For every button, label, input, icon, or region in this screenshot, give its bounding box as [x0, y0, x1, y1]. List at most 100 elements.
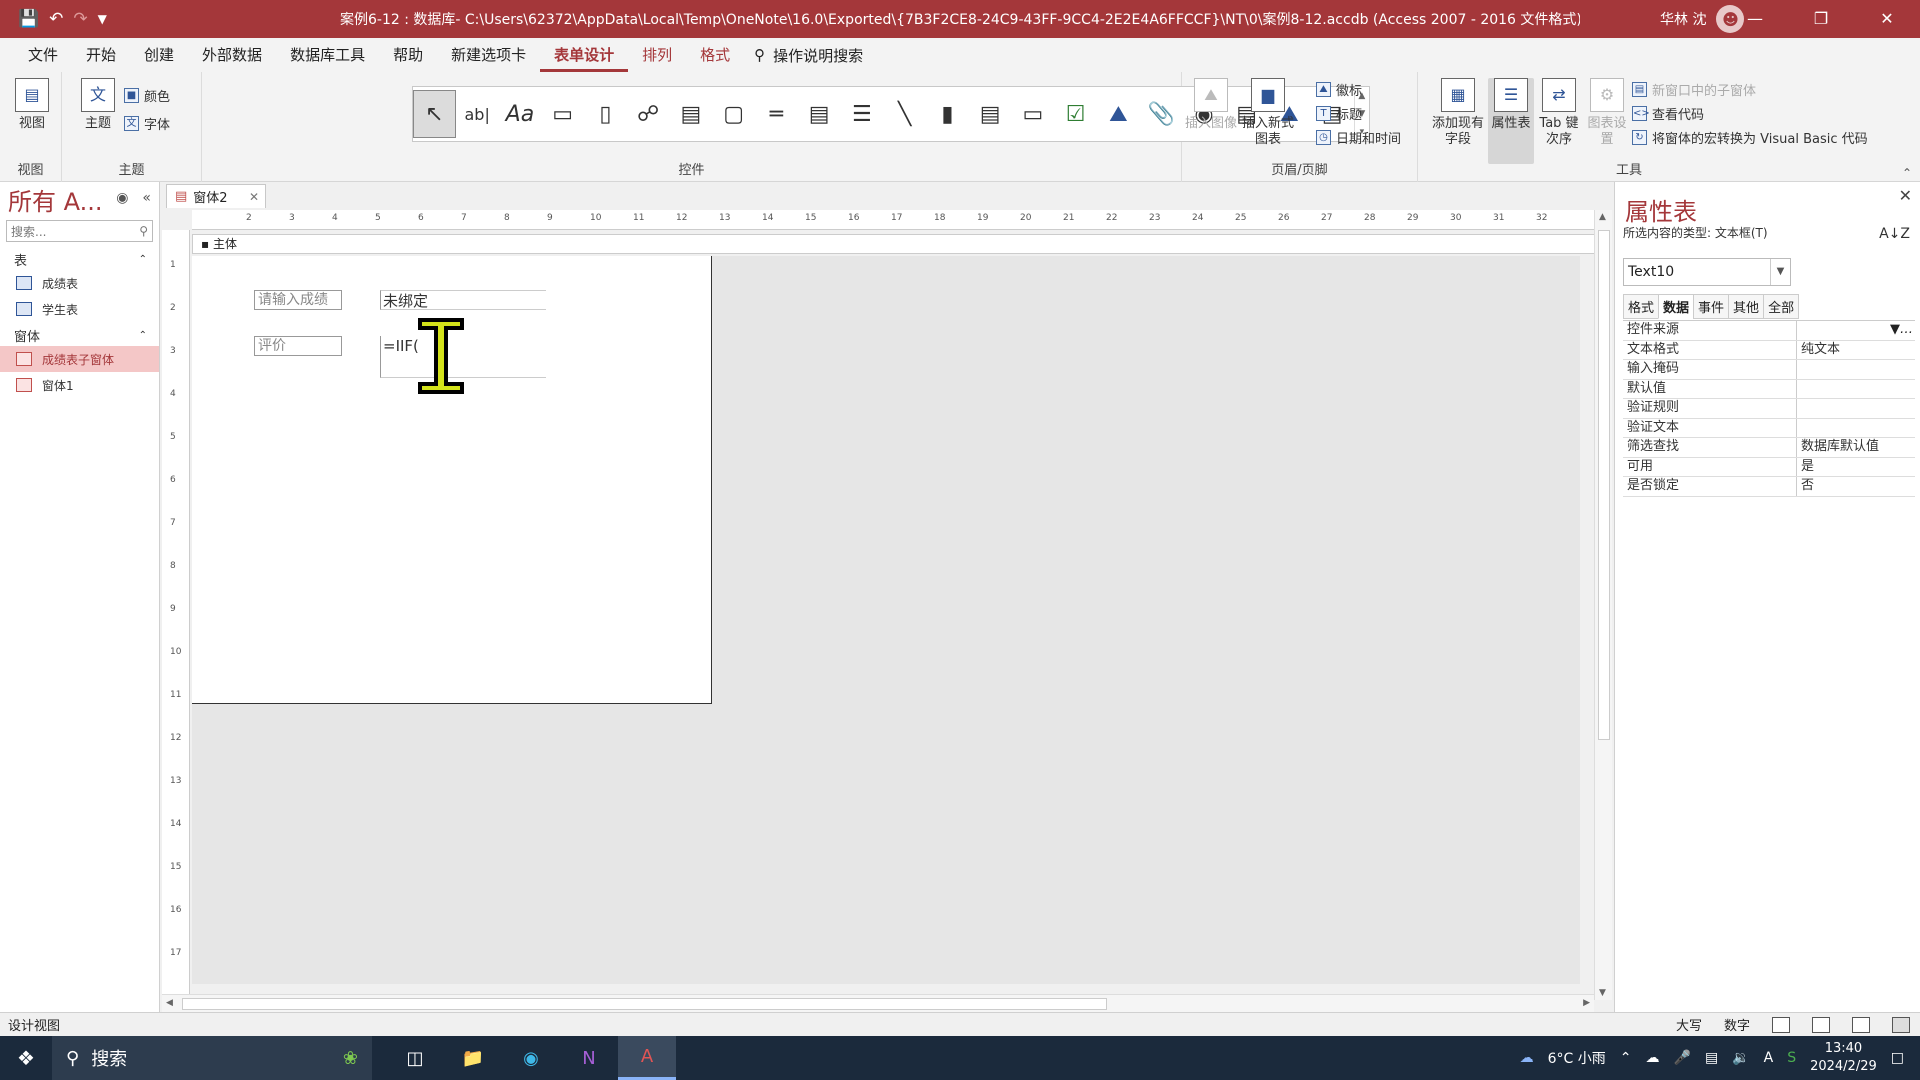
hyperlink-control-icon[interactable]: ☍: [627, 90, 670, 138]
textbox-control[interactable]: 未绑定: [380, 290, 546, 310]
tab-other[interactable]: 其他: [1728, 294, 1765, 319]
microphone-icon[interactable]: 🎤: [1674, 1050, 1691, 1066]
builder-icon[interactable]: …: [1900, 322, 1913, 337]
onenote-icon[interactable]: N: [560, 1036, 618, 1080]
scroll-left-icon[interactable]: ◀: [166, 998, 173, 1008]
edge-icon[interactable]: ◉: [502, 1036, 560, 1080]
datasheet-view-icon[interactable]: [1812, 1016, 1830, 1033]
view-code-button[interactable]: <> 查看代码: [1632, 104, 1704, 123]
label-control-icon[interactable]: Aa: [499, 90, 542, 138]
convert-macros-button[interactable]: ↻ 将窗体的宏转换为 Visual Basic 代码: [1632, 128, 1868, 147]
property-row[interactable]: 文本格式 纯文本: [1623, 340, 1915, 360]
nav-category-forms[interactable]: 窗体 ⌃: [0, 324, 159, 346]
taskbar-search[interactable]: ⚲ 搜索 ❀: [52, 1036, 372, 1080]
property-value[interactable]: 纯文本: [1797, 341, 1915, 360]
scroll-right-icon[interactable]: ▶: [1583, 998, 1590, 1008]
property-value[interactable]: [1797, 399, 1915, 418]
chart-settings-button[interactable]: ⚙ 图表设置: [1584, 78, 1630, 148]
weather-text[interactable]: 6°C 小雨: [1548, 1048, 1606, 1068]
combo-box-icon[interactable]: ☰: [841, 90, 884, 138]
tab-format[interactable]: 格式: [1623, 294, 1660, 319]
horizontal-ruler[interactable]: 2 3 4 5 6 7 8 9 10 11 12 13 14 15 16 17 18 19 20 21 22 23 24 25…: [192, 210, 1612, 230]
scroll-thumb[interactable]: [182, 998, 1107, 1010]
clock[interactable]: 13:40 2024/2/29: [1810, 1040, 1877, 1076]
subform-new-window-button[interactable]: ▤ 新窗口中的子窗体: [1632, 80, 1756, 99]
property-row[interactable]: 筛选查找 数据库默认值: [1623, 438, 1915, 458]
tab-create[interactable]: 创建: [130, 38, 188, 72]
label-control[interactable]: 评价: [254, 336, 342, 356]
close-icon[interactable]: ✕: [249, 190, 259, 204]
form-view-icon[interactable]: [1772, 1016, 1790, 1033]
insert-chart-button[interactable]: ▆ 插入新式图表: [1236, 78, 1300, 148]
nav-header[interactable]: 所有 A... ◉ «: [0, 182, 159, 216]
form-detail-section[interactable]: 请输入成绩 未绑定 评价 =IIF(: [192, 256, 712, 704]
property-row[interactable]: 输入掩码: [1623, 360, 1915, 380]
tab-data[interactable]: 数据: [1658, 294, 1695, 319]
nav-item-table[interactable]: 学生表: [0, 296, 159, 322]
datetime-button[interactable]: ◷ 日期和时间: [1316, 128, 1401, 147]
windows-start-icon[interactable]: ❖: [0, 1046, 52, 1070]
property-value[interactable]: 是: [1797, 458, 1915, 477]
property-row[interactable]: 是否锁定否: [1623, 477, 1915, 497]
section-header-detail[interactable]: ▪ 主体: [192, 234, 1610, 254]
textbox-control-icon[interactable]: ab|: [456, 90, 499, 138]
nav-item-table[interactable]: 成绩表: [0, 270, 159, 296]
colors-button[interactable]: ■ 颜色: [124, 86, 170, 105]
nav-item-form[interactable]: 成绩表子窗体: [0, 346, 159, 372]
list-box-icon[interactable]: ▤: [969, 90, 1012, 138]
navigation-control-icon[interactable]: ▢: [712, 90, 755, 138]
option-group-icon[interactable]: ═: [755, 90, 798, 138]
toggle-button-icon[interactable]: ▮: [926, 90, 969, 138]
redo-icon[interactable]: ↷: [73, 9, 87, 29]
check-box-icon[interactable]: ☑: [1054, 90, 1097, 138]
web-browser-control-icon[interactable]: ▤: [670, 90, 713, 138]
tab-all[interactable]: 全部: [1763, 294, 1800, 319]
property-row[interactable]: 可用是: [1623, 457, 1915, 477]
weather-icon[interactable]: ☁: [1520, 1050, 1534, 1066]
object-selector[interactable]: Text10 ▼: [1623, 258, 1791, 286]
property-value[interactable]: 数据库默认值: [1797, 438, 1915, 457]
close-icon[interactable]: ✕: [1854, 0, 1920, 38]
title-button[interactable]: T 标题: [1316, 104, 1362, 123]
design-canvas[interactable]: 请输入成绩 未绑定 评价 =IIF(: [192, 256, 1580, 984]
rectangle-control-icon[interactable]: ▭: [1012, 90, 1055, 138]
tab-order-button[interactable]: ⇄ Tab 键次序: [1534, 78, 1584, 148]
scroll-up-icon[interactable]: ▲: [1599, 212, 1606, 222]
vertical-scrollbar[interactable]: ▲ ▼: [1594, 210, 1612, 1000]
property-sheet-button[interactable]: ☰ 属性表: [1488, 78, 1534, 164]
property-row[interactable]: 验证文本: [1623, 418, 1915, 438]
volume-icon[interactable]: 🔉: [1732, 1050, 1749, 1066]
tab-format[interactable]: 格式: [686, 38, 744, 72]
chevron-down-icon[interactable]: ▼: [1890, 322, 1900, 337]
horizontal-scrollbar[interactable]: ◀ ▶: [162, 994, 1594, 1012]
collapse-ribbon-icon[interactable]: ⌃: [1902, 166, 1912, 180]
chevron-down-icon[interactable]: ▼: [1770, 259, 1790, 285]
select-pointer-icon[interactable]: ↖: [413, 90, 456, 138]
line-control-icon[interactable]: ╲: [883, 90, 926, 138]
layout-view-icon[interactable]: [1852, 1016, 1870, 1033]
nav-item-form[interactable]: 窗体1: [0, 372, 159, 398]
nav-collapse-icon[interactable]: «: [142, 190, 151, 206]
close-icon[interactable]: ✕: [1899, 186, 1912, 205]
page-break-icon[interactable]: ▤: [798, 90, 841, 138]
tab-arrange[interactable]: 排列: [628, 38, 686, 72]
nav-menu-icon[interactable]: ◉: [116, 190, 128, 206]
insert-image-button[interactable]: ⛰ 插入图像: [1184, 78, 1238, 132]
tab-file[interactable]: 文件: [14, 38, 72, 72]
chevron-up-icon[interactable]: ⌃: [1620, 1050, 1632, 1066]
scroll-thumb[interactable]: [1598, 230, 1610, 740]
tab-home[interactable]: 开始: [72, 38, 130, 72]
customize-qat-icon[interactable]: ▼: [98, 12, 107, 26]
vertical-ruler[interactable]: 1 2 3 4 5 6 7 8 9 10 11 12 13 14 15 16 17: [162, 230, 190, 1000]
property-row[interactable]: 默认值: [1623, 379, 1915, 399]
app-tray-icon[interactable]: S: [1787, 1050, 1796, 1066]
nav-category-tables[interactable]: 表 ⌃: [0, 248, 159, 270]
property-value[interactable]: [1797, 380, 1915, 399]
minimize-icon[interactable]: —: [1722, 0, 1788, 38]
scroll-down-icon[interactable]: ▼: [1599, 988, 1606, 998]
notification-icon[interactable]: □: [1891, 1050, 1904, 1066]
property-value[interactable]: [1797, 360, 1915, 379]
view-button[interactable]: ▤ 视图: [2, 78, 62, 132]
access-icon[interactable]: A: [618, 1036, 676, 1080]
tab-form-design[interactable]: 表单设计: [540, 38, 629, 72]
